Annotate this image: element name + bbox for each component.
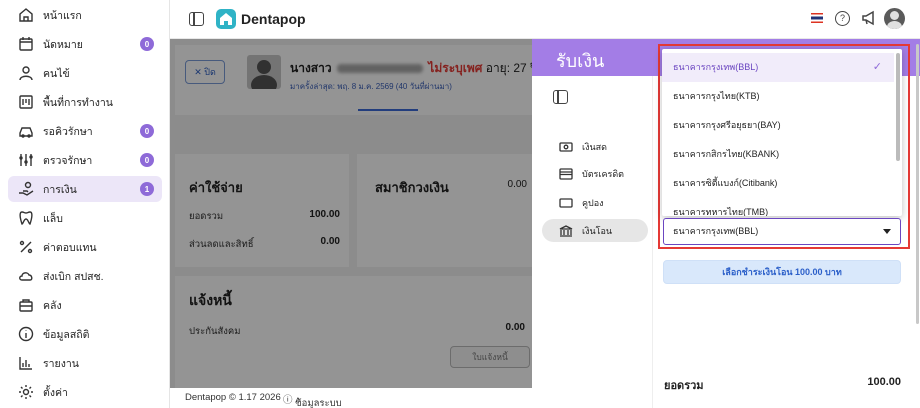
payment-method-label: เงินโอน bbox=[582, 225, 613, 236]
sidebar-item-label: พื้นที่การทำงาน bbox=[43, 96, 113, 109]
thai-flag-icon[interactable] bbox=[811, 13, 823, 23]
home-icon bbox=[17, 6, 35, 24]
box-icon bbox=[17, 296, 35, 314]
drawer-title: รับเงิน bbox=[556, 51, 605, 71]
sidebar-item-label: แล็บ bbox=[43, 212, 63, 225]
sidebar-item-workspace[interactable]: พื้นที่การทำงาน bbox=[8, 89, 162, 115]
cash-icon bbox=[558, 140, 574, 154]
sidebar-item-compensation[interactable]: ค่าตอบแทน bbox=[8, 234, 162, 260]
check-icon: ✓ bbox=[872, 61, 882, 73]
payment-method-label: บัตรเครดิต bbox=[582, 168, 625, 179]
dentapop-logo bbox=[216, 9, 236, 29]
sidebar-item-settings[interactable]: ตั้งค่า bbox=[8, 379, 162, 405]
bank-select[interactable]: ธนาคารกรุงเทพ(BBL) bbox=[663, 218, 901, 245]
calendar-icon bbox=[17, 35, 35, 53]
drawer-panel-toggle-icon[interactable] bbox=[553, 90, 568, 104]
bank-dropdown-list: ธนาคารกรุงเทพ(BBL) ✓ ธนาคารกรุงไทย(KTB) … bbox=[662, 49, 902, 216]
sidebar-item-finance[interactable]: การเงิน 1 bbox=[8, 176, 162, 202]
bank-select-value: ธนาคารกรุงเทพ(BBL) bbox=[673, 226, 759, 236]
sidebar-item-appointments[interactable]: นัดหมาย 0 bbox=[8, 31, 162, 57]
sidebar-item-claims[interactable]: ส่งเบิก สปสช. bbox=[8, 263, 162, 289]
payment-method-credit-card[interactable]: บัตรเครดิต bbox=[542, 162, 648, 185]
sidebar-item-label: ส่งเบิก สปสช. bbox=[43, 270, 104, 283]
payment-method-cash[interactable]: เงินสด bbox=[542, 135, 648, 158]
bank-option-label: ธนาคารกรุงศรีอยุธยา(BAY) bbox=[673, 120, 781, 130]
payment-hand-icon bbox=[17, 180, 35, 198]
dropdown-scrollbar[interactable] bbox=[896, 53, 900, 161]
sidebar-item-label: หน้าแรก bbox=[43, 9, 82, 22]
sidebar-item-queue[interactable]: รอคิวรักษา 0 bbox=[8, 118, 162, 144]
gear-icon bbox=[17, 383, 35, 401]
sidebar-toggle-icon[interactable] bbox=[189, 12, 204, 26]
bank-option[interactable]: ธนาคารกสิกรไทย(KBANK) bbox=[662, 140, 894, 169]
count-badge: 0 bbox=[140, 37, 154, 51]
count-badge: 0 bbox=[140, 153, 154, 167]
sidebar-item-label: การเงิน bbox=[43, 183, 77, 196]
top-header: Dentapop ? bbox=[170, 0, 920, 39]
sidebar-item-label: ตั้งค่า bbox=[43, 386, 68, 399]
bank-option[interactable]: ธนาคารทหารไทย(TMB) bbox=[662, 198, 894, 216]
sidebar-item-inventory[interactable]: คลัง bbox=[8, 292, 162, 318]
modal-backdrop[interactable] bbox=[170, 39, 532, 388]
coupon-icon bbox=[558, 196, 574, 210]
footer: Dentapop © 1.17 2026 ⓘ ข้อมูลระบบ ˄ bbox=[170, 388, 532, 408]
bank-option[interactable]: ธนาคารกรุงไทย(KTB) bbox=[662, 82, 894, 111]
payment-method-transfer[interactable]: เงินโอน bbox=[542, 219, 648, 242]
drawer-total-value: 100.00 bbox=[867, 376, 901, 388]
sidebar: หน้าแรก นัดหมาย 0 คนไข้ พื้นที่การทำงาน … bbox=[0, 0, 170, 408]
sidebar-item-label: ตรวจรักษา bbox=[43, 154, 93, 167]
car-icon bbox=[17, 122, 35, 140]
sidebar-item-label: นัดหมาย bbox=[43, 38, 83, 51]
sidebar-item-reports[interactable]: รายงาน bbox=[8, 350, 162, 376]
bank-icon bbox=[558, 224, 574, 238]
sidebar-item-label: ข้อมูลสถิติ bbox=[43, 328, 90, 341]
sidebar-item-label: รายงาน bbox=[43, 357, 79, 370]
bank-option-label: ธนาคารซิตี้แบงก์(Citibank) bbox=[673, 178, 778, 188]
system-info-link[interactable]: ⓘ ข้อมูลระบบ ˄ bbox=[283, 392, 342, 408]
sidebar-item-label: รอคิวรักษา bbox=[43, 125, 93, 138]
sidebar-item-label: คลัง bbox=[43, 299, 62, 312]
info-icon bbox=[17, 325, 35, 343]
sidebar-item-lab[interactable]: แล็บ bbox=[8, 205, 162, 231]
sidebar-item-patients[interactable]: คนไข้ bbox=[8, 60, 162, 86]
bank-option-label: ธนาคารทหารไทย(TMB) bbox=[673, 207, 769, 216]
confirm-transfer-button[interactable]: เลือกชำระเงินโอน 100.00 บาท bbox=[663, 260, 901, 284]
help-icon[interactable]: ? bbox=[835, 11, 850, 26]
system-info-label: ข้อมูลระบบ bbox=[295, 398, 342, 408]
sidebar-item-statistics[interactable]: ข้อมูลสถิติ bbox=[8, 321, 162, 347]
bank-option[interactable]: ธนาคารกรุงศรีอยุธยา(BAY) bbox=[662, 111, 894, 140]
megaphone-icon[interactable] bbox=[861, 10, 877, 26]
tooth-icon bbox=[17, 209, 35, 227]
percent-icon bbox=[17, 238, 35, 256]
drawer-total-label: ยอดรวม bbox=[664, 380, 704, 392]
chart-icon bbox=[17, 354, 35, 372]
confirm-transfer-label: เลือกชำระเงินโอน 100.00 บาท bbox=[722, 267, 842, 277]
sidebar-item-home[interactable]: หน้าแรก bbox=[8, 2, 162, 28]
drawer-scrollbar[interactable] bbox=[916, 44, 919, 324]
tools-icon bbox=[17, 151, 35, 169]
version-text: Dentapop © 1.17 2026 bbox=[185, 392, 281, 403]
avatar[interactable] bbox=[884, 8, 905, 29]
credit-card-icon bbox=[558, 167, 574, 181]
bank-option[interactable]: ธนาคารซิตี้แบงก์(Citibank) bbox=[662, 169, 894, 198]
user-icon bbox=[17, 64, 35, 82]
payment-method-label: เงินสด bbox=[582, 141, 607, 152]
sidebar-item-label: ค่าตอบแทน bbox=[43, 241, 97, 254]
payment-method-label: คูปอง bbox=[582, 197, 604, 208]
sidebar-item-treatment[interactable]: ตรวจรักษา 0 bbox=[8, 147, 162, 173]
sidebar-item-label: คนไข้ bbox=[43, 67, 70, 80]
bank-option-label: ธนาคารกรุงไทย(KTB) bbox=[673, 91, 760, 101]
bank-option[interactable]: ธนาคารกรุงเทพ(BBL) ✓ bbox=[662, 53, 894, 82]
count-badge: 0 bbox=[140, 124, 154, 138]
count-badge: 1 bbox=[140, 182, 154, 196]
brand-name: Dentapop bbox=[241, 11, 306, 27]
bank-option-label: ธนาคารกรุงเทพ(BBL) bbox=[673, 62, 759, 72]
bank-option-label: ธนาคารกสิกรไทย(KBANK) bbox=[673, 149, 780, 159]
workspace-icon bbox=[17, 93, 35, 111]
cloud-icon bbox=[17, 267, 35, 285]
divider bbox=[652, 76, 653, 408]
payment-method-coupon[interactable]: คูปอง bbox=[542, 191, 648, 214]
caret-down-icon bbox=[883, 229, 891, 234]
